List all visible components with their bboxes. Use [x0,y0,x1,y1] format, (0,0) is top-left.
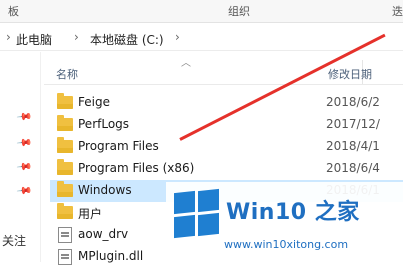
file-name: Program Files (x86) [78,161,195,175]
pin-icon: 📌 [15,183,33,200]
file-icon [58,249,72,265]
breadcrumb-separator[interactable]: › [175,30,180,44]
breadcrumb-separator[interactable]: › [6,30,11,44]
ribbon-group-right[interactable]: 迭 [392,3,403,19]
column-header: ︿ 名称 修改日期 [44,52,403,85]
file-row[interactable]: Program Files (x86) 2018/6/4 [50,158,403,180]
breadcrumb-local-disk[interactable]: 本地磁盘 (C:) [90,31,164,48]
sort-up-icon: ︿ [181,58,191,69]
navpane-item-label[interactable]: 关注 [2,232,26,249]
watermark-title: Win10 之家 [226,200,360,225]
ribbon: 板 组织 迭 [0,0,403,23]
address-bar[interactable]: › 此电脑 › 本地磁盘 (C:) › [0,26,403,51]
file-date: 2018/4/1 [326,139,380,153]
ribbon-group-left[interactable]: 板 [8,3,19,19]
file-row[interactable]: Feige 2018/6/2 [50,92,403,114]
file-name: Windows [78,183,132,197]
pin-icon: 📌 [15,109,33,126]
windows-logo-icon [174,188,220,239]
file-date: 2017/12/ [326,117,380,131]
breadcrumb-this-pc[interactable]: 此电脑 [16,31,52,48]
file-date: 2018/6/4 [326,161,380,175]
file-row[interactable]: Program Files 2018/4/1 [50,136,403,158]
ribbon-group-organize[interactable]: 组织 [228,3,250,19]
file-name: Feige [78,95,110,109]
folder-icon [57,137,73,153]
folder-icon [57,159,73,175]
pin-icon: 📌 [15,135,33,152]
file-name: Program Files [78,139,159,153]
file-icon [58,227,72,243]
pin-icon: 📌 [15,159,33,176]
file-name: aow_drv [78,227,129,241]
column-header-name[interactable]: 名称 [56,66,78,82]
navigation-pane: 📌 📌 📌 📌 [0,52,41,262]
file-name: MPlugin.dll [78,249,144,263]
folder-icon [57,115,73,131]
watermark: Win10 之家 www.win10xitong.com [166,182,403,262]
column-header-date[interactable]: 修改日期 [328,66,372,82]
breadcrumb-separator[interactable]: › [74,30,79,44]
folder-icon [57,93,73,109]
watermark-url: www.win10xitong.com [224,238,349,251]
file-name: 用户 [78,207,103,221]
folder-icon [57,203,73,219]
folder-icon [57,181,73,197]
file-date: 2018/6/2 [326,95,380,109]
file-name: PerfLogs [78,117,130,131]
